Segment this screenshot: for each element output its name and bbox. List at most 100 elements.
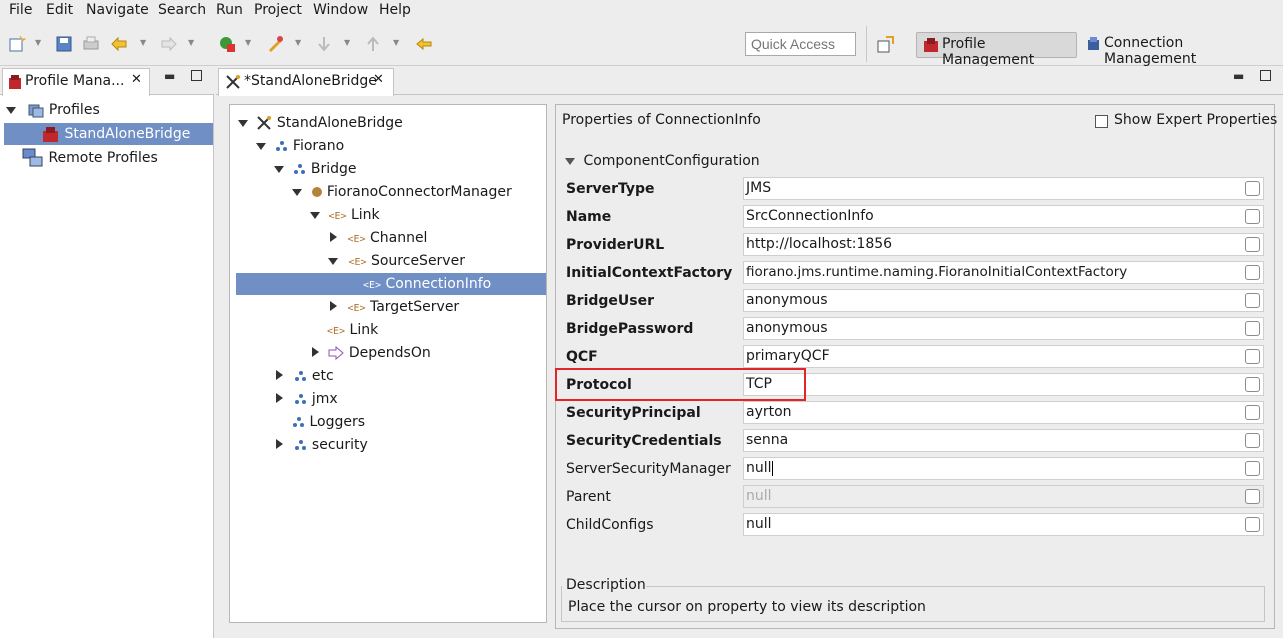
prop-value-name[interactable]: SrcConnectionInfo [743,205,1264,228]
prop-checkbox[interactable] [1245,321,1260,336]
next-annotation-icon[interactable] [315,35,333,53]
back-icon[interactable] [110,35,128,53]
prop-value-qcf[interactable]: primaryQCF [743,345,1264,368]
prev-annotation-icon[interactable] [364,35,382,53]
expand-icon[interactable] [292,189,302,196]
collapse-icon[interactable] [276,393,283,403]
menu-edit[interactable]: Edit [46,2,73,18]
external-tools-icon[interactable] [266,35,284,53]
tree-label: Fiorano [292,138,345,154]
expand-icon[interactable] [256,143,266,150]
prop-checkbox[interactable] [1245,405,1260,420]
open-perspective-icon[interactable] [876,36,894,54]
menu-navigate[interactable]: Navigate [86,2,149,18]
tree-item-link[interactable]: <E> Link [310,204,540,226]
collapse-icon[interactable] [276,370,283,380]
forward-icon[interactable] [160,35,178,53]
new-icon[interactable] [8,35,26,53]
new-dropdown-icon[interactable]: ▼ [35,38,41,47]
prop-checkbox[interactable] [1245,489,1260,504]
prop-checkbox[interactable] [1245,377,1260,392]
description-border-top [641,586,1265,587]
prop-value-protocol[interactable]: TCP [743,373,1264,396]
prop-checkbox[interactable] [1245,517,1260,532]
tree-item-connectioninfo[interactable]: <E> ConnectionInfo [236,273,546,295]
collapse-icon[interactable] [276,439,283,449]
forward-dropdown-icon[interactable]: ▼ [188,38,194,47]
tree-item-etc[interactable]: etc [276,365,526,387]
tree-item-channel[interactable]: <E> Channel [330,227,540,249]
tree-label: jmx [311,391,338,407]
expand-icon[interactable] [328,258,338,265]
prop-checkbox[interactable] [1245,461,1260,476]
collapse-icon[interactable] [330,232,337,242]
prop-checkbox[interactable] [1245,181,1260,196]
tree-item-link-2[interactable]: <E> Link [327,319,527,341]
tree-item-jmx[interactable]: jmx [276,388,526,410]
tree-item-fiorano[interactable]: Fiorano [256,135,536,157]
tree-item-fioranoconnectormanager[interactable]: FioranoConnectorManager [292,181,542,203]
tree-item-profiles[interactable]: Profiles [6,99,214,121]
run-dropdown-icon[interactable]: ▼ [245,38,251,47]
menu-help[interactable]: Help [379,2,411,18]
prop-checkbox[interactable] [1245,209,1260,224]
tree-item-sourceserver[interactable]: <E> SourceServer [328,250,538,272]
close-icon[interactable]: ✕ [131,72,142,87]
prop-value-serversecuritymanager[interactable]: null [743,457,1264,480]
prop-value-servertype[interactable]: JMS [743,177,1264,200]
last-edit-icon[interactable] [415,35,433,53]
prop-checkbox[interactable] [1245,293,1260,308]
perspective-profile-management[interactable]: Profile Management [916,32,1077,68]
menu-search[interactable]: Search [158,2,206,18]
close-icon[interactable]: ✕ [373,72,384,87]
tools-dropdown-icon[interactable]: ▼ [295,38,301,47]
expand-icon[interactable] [274,166,284,173]
collapse-icon[interactable] [312,347,319,357]
prop-value-bridgeuser[interactable]: anonymous [743,289,1264,312]
tree-item-remote-profiles[interactable]: Remote Profiles [22,147,212,169]
prop-checkbox[interactable] [1245,433,1260,448]
menu-run[interactable]: Run [216,2,243,18]
expand-icon[interactable] [6,107,16,114]
tree-item-targetserver[interactable]: <E> TargetServer [330,296,540,318]
tab-profile-management[interactable]: Profile Mana... ✕ [2,68,150,96]
menu-project[interactable]: Project [254,2,302,18]
print-icon[interactable] [82,35,100,53]
menu-window[interactable]: Window [313,2,368,18]
prop-checkbox[interactable] [1245,237,1260,252]
prop-checkbox[interactable] [1245,265,1260,280]
perspective-connection-management[interactable]: Connection Management [1083,32,1275,67]
tree-item-security[interactable]: security [276,434,526,456]
section-componentconfiguration[interactable]: ComponentConfiguration [565,151,760,171]
expand-icon[interactable] [238,120,248,127]
tree-item-loggers[interactable]: Loggers [293,411,523,433]
tree-item-bridge[interactable]: Bridge [274,158,534,180]
save-icon[interactable] [55,35,73,53]
expand-icon[interactable] [310,212,320,219]
prop-value-childconfigs[interactable]: null [743,513,1264,536]
show-expert-checkbox[interactable] [1095,115,1108,128]
run-icon[interactable] [218,35,236,53]
quick-access-input[interactable] [745,32,856,56]
prop-value-securityprincipal[interactable]: ayrton [743,401,1264,424]
minimize-icon[interactable]: ▬ [164,69,175,83]
tab-standalonebridge-editor[interactable]: *StandAloneBridge ✕ [218,68,394,96]
minimize-icon[interactable]: ▬ [1233,69,1244,83]
prev-dropdown-icon[interactable]: ▼ [393,38,399,47]
menu-file[interactable]: File [9,2,32,18]
back-dropdown-icon[interactable]: ▼ [140,38,146,47]
prop-checkbox[interactable] [1245,349,1260,364]
prop-label-parent: Parent [566,489,611,505]
prop-value-securitycredentials[interactable]: senna [743,429,1264,452]
next-dropdown-icon[interactable]: ▼ [344,38,350,47]
tree-item-dependson[interactable]: DependsOn [312,342,532,364]
prop-value-bridgepassword[interactable]: anonymous [743,317,1264,340]
expand-icon[interactable] [565,158,575,165]
maximize-icon[interactable] [191,70,202,81]
tree-item-standalonebridge[interactable]: StandAloneBridge [4,123,213,145]
prop-value-initialcontextfactory[interactable]: fiorano.jms.runtime.naming.FioranoInitia… [743,261,1264,284]
tree-item-standalonebridge-root[interactable]: StandAloneBridge [238,112,538,134]
maximize-icon[interactable] [1260,70,1271,81]
prop-value-providerurl[interactable]: http://localhost:1856 [743,233,1264,256]
collapse-icon[interactable] [330,301,337,311]
